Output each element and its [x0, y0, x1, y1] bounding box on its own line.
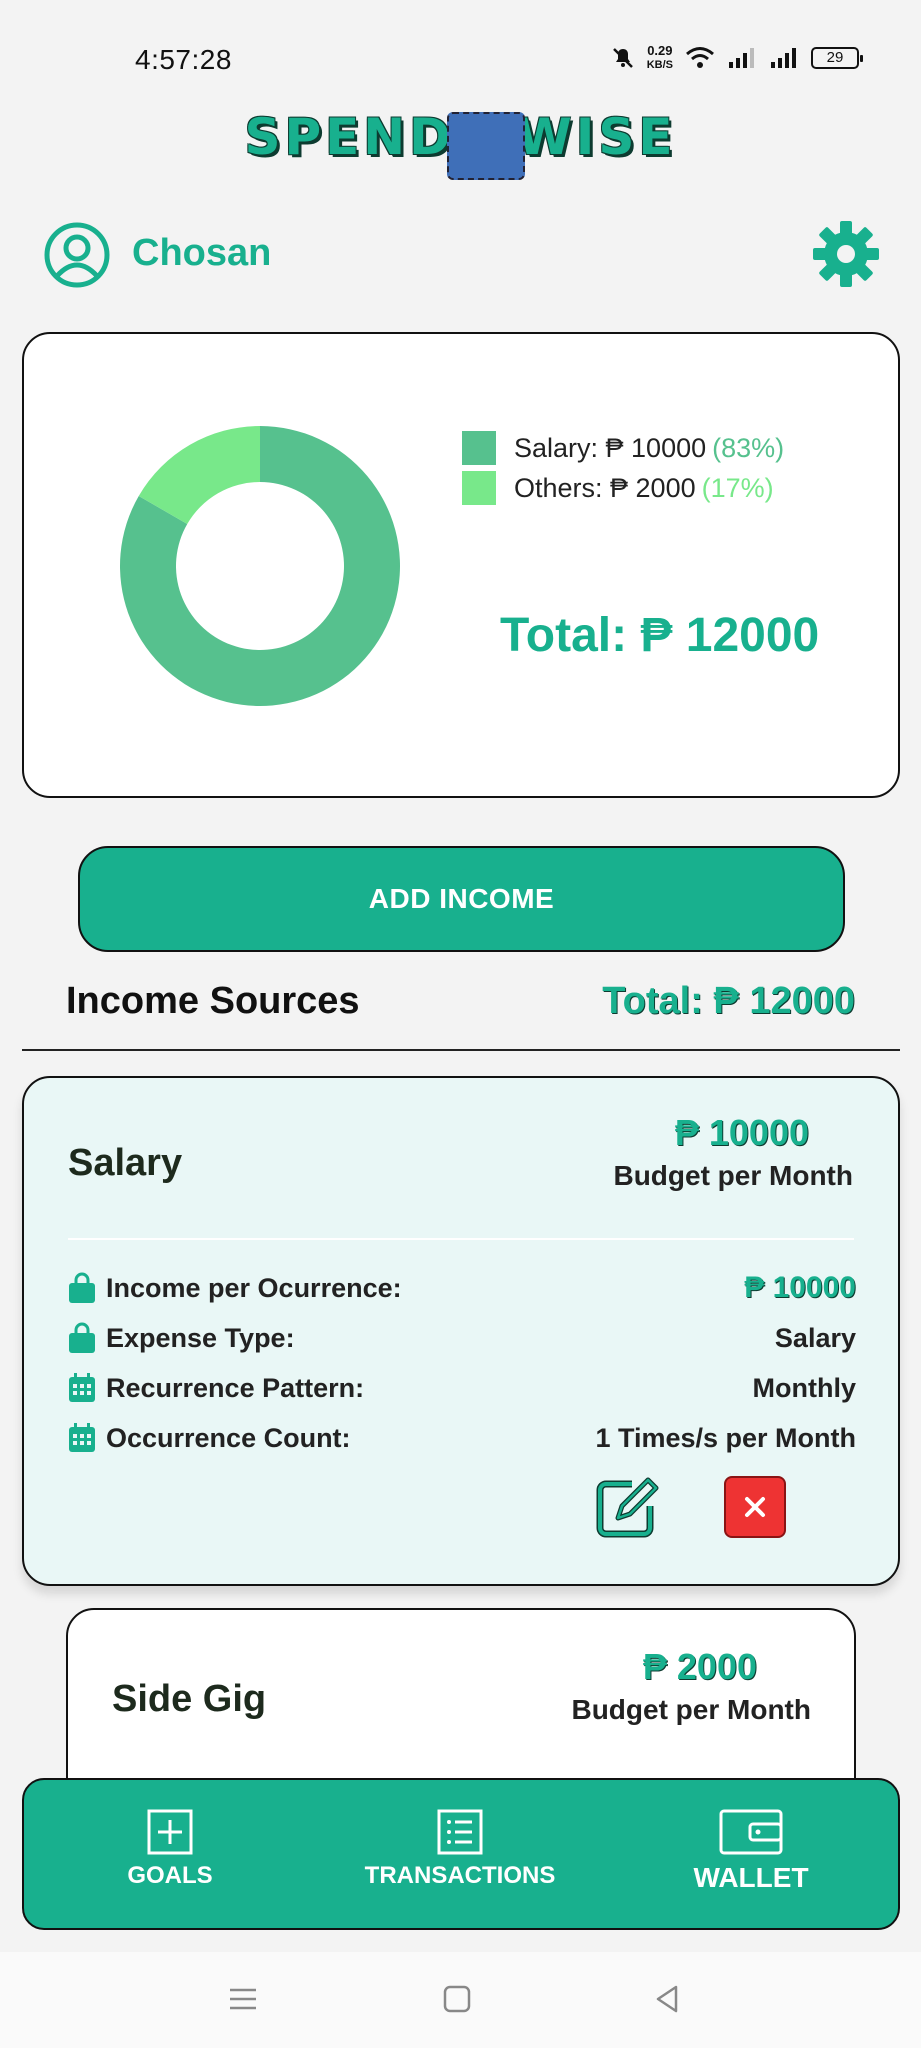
list-icon [437, 1809, 483, 1855]
signal-icon-2 [771, 48, 796, 68]
menu-icon[interactable] [226, 1982, 260, 2016]
detail-row: Occurrence Count: 1 Times/s per Month [66, 1418, 856, 1458]
back-icon[interactable] [650, 1982, 684, 2016]
legend-item-others: Others: ₱ 2000 (17%) [462, 468, 784, 508]
avatar-icon[interactable] [44, 222, 110, 288]
gear-icon[interactable] [812, 220, 880, 288]
status-time: 4:57:28 [135, 44, 232, 75]
income-donut-chart [120, 426, 400, 706]
wifi-icon [686, 47, 714, 68]
close-icon [745, 1497, 765, 1517]
username: Chosan [132, 232, 272, 274]
detail-row: Expense Type: Salary [66, 1318, 856, 1358]
income-card-period: Budget per Month [613, 1160, 853, 1191]
card-divider [68, 1238, 854, 1240]
signal-icon [729, 48, 754, 68]
app-logo: SPEND WISE [0, 108, 921, 184]
edit-icon[interactable] [592, 1470, 664, 1542]
detail-row: Income per Ocurrence: ₱ 10000 [66, 1268, 856, 1308]
shopping-bag-icon [69, 1272, 95, 1303]
mute-bell-icon [612, 48, 633, 68]
nav-goals[interactable]: GOALS [60, 1808, 280, 1890]
calendar-icon [69, 1373, 95, 1402]
detail-row: Recurrence Pattern: Monthly [66, 1368, 856, 1408]
chart-legend: Salary: ₱ 10000 (83%) Others: ₱ 2000 (17%) [462, 428, 784, 508]
wallet-icon [719, 1809, 783, 1855]
nav-transactions[interactable]: TRANSACTIONS [350, 1808, 570, 1890]
status-icons: 0.29 KB/S 29 [611, 43, 863, 72]
income-card-name: Side Gig [112, 1678, 267, 1720]
legend-item-salary: Salary: ₱ 10000 (83%) [462, 428, 784, 468]
section-divider [22, 1049, 900, 1051]
nav-wallet[interactable]: WALLET [641, 1808, 861, 1894]
delete-button[interactable] [724, 1476, 786, 1538]
income-sources-title: Income Sources [66, 980, 360, 1022]
home-icon[interactable] [440, 1982, 474, 2016]
income-card-amount: ₱ 2000 [642, 1646, 757, 1687]
income-card-name: Salary [68, 1142, 183, 1184]
net-speed: 0.29 KB/S [646, 43, 673, 72]
add-income-button[interactable]: ADD INCOME [78, 846, 845, 952]
shopping-bag-icon [69, 1322, 95, 1353]
chart-total: Total: ₱ 12000 [500, 609, 820, 662]
income-card-amount: ₱ 10000 [674, 1112, 809, 1153]
income-card-period: Budget per Month [571, 1694, 811, 1725]
plus-square-icon [147, 1809, 193, 1855]
income-sources-total: Total: ₱ 12000 [602, 980, 855, 1022]
legend-swatch [462, 431, 496, 465]
legend-swatch [462, 471, 496, 505]
battery-icon: 29 [811, 47, 863, 69]
wallet-logo-icon [446, 111, 525, 180]
calendar-icon [69, 1423, 95, 1452]
